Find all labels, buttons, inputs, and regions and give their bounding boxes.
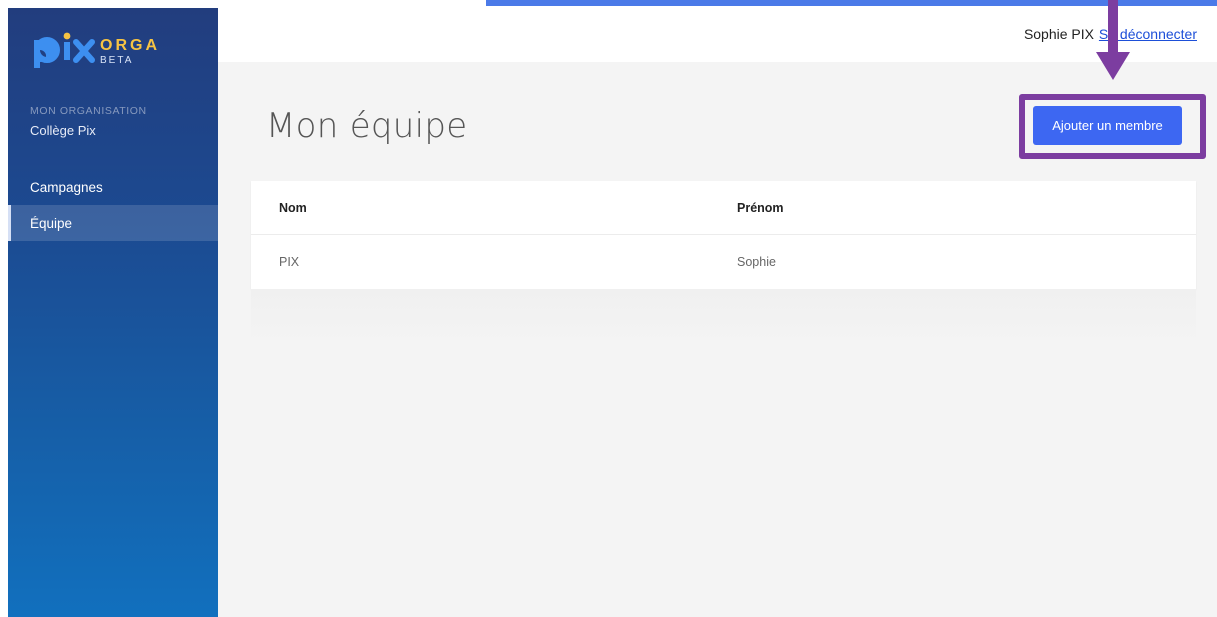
team-table: Nom Prénom PIX Sophie: [251, 181, 1196, 289]
sidebar-item-label: Équipe: [30, 215, 73, 231]
app: ORGA BETA MON ORGANISATION Collège Pix C…: [0, 0, 1217, 617]
column-header-nom[interactable]: Nom: [279, 201, 307, 215]
page-title: Mon équipe: [266, 106, 468, 146]
sidebar: ORGA BETA MON ORGANISATION Collège Pix C…: [8, 8, 218, 617]
organisation-name: Collège Pix: [30, 123, 96, 138]
sidebar-item-campagnes[interactable]: Campagnes: [8, 169, 218, 205]
table-row[interactable]: PIX Sophie: [251, 235, 1196, 289]
sidebar-item-label: Campagnes: [30, 179, 103, 195]
pix-orga-logo[interactable]: ORGA BETA: [30, 28, 180, 68]
add-member-button[interactable]: Ajouter un membre: [1033, 106, 1182, 145]
user-name: Sophie PIX: [1023, 26, 1094, 42]
organisation-info: MON ORGANISATION Collège Pix: [30, 105, 147, 138]
column-header-prenom[interactable]: Prénom: [737, 201, 784, 215]
top-bar: Sophie PIX Se déconnecter: [218, 0, 1217, 62]
cell-nom: PIX: [279, 255, 300, 269]
top-accent-bar: [486, 0, 1217, 6]
table-header-row: Nom Prénom: [251, 181, 1196, 235]
cell-prenom: Sophie: [737, 255, 776, 269]
sidebar-item-equipe[interactable]: Équipe: [8, 205, 218, 241]
logout-link[interactable]: Se déconnecter: [1099, 26, 1197, 42]
sidebar-nav: Campagnes Équipe: [8, 169, 218, 241]
logo-beta-text: BETA: [100, 55, 134, 66]
table-footer-area: [251, 289, 1196, 345]
logo-orga-text: ORGA: [100, 37, 160, 54]
organisation-label: MON ORGANISATION: [30, 105, 147, 117]
main-content: Mon équipe Ajouter un membre Nom Prénom …: [218, 0, 1217, 617]
